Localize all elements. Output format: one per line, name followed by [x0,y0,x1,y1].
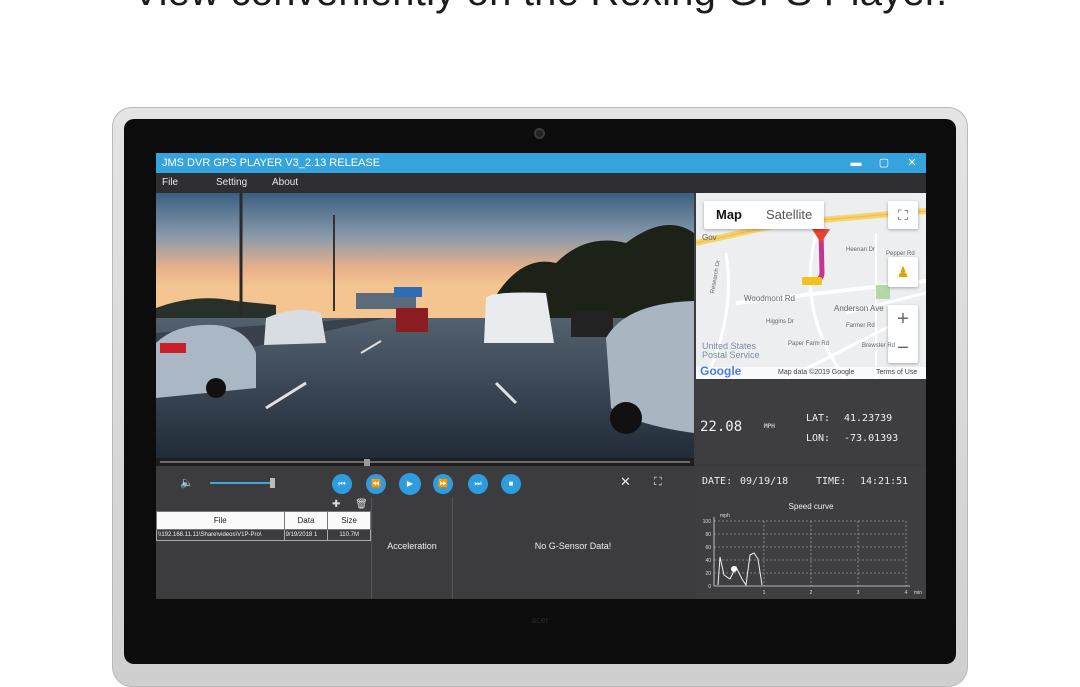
skip-previous-icon[interactable]: ⏮ [332,474,352,494]
map-fullscreen-icon[interactable]: ⛶ [888,201,918,229]
add-icon[interactable]: ✚ [332,499,340,510]
map-label: Postal Service [702,350,760,360]
volume-thumb[interactable] [270,478,275,488]
map-label: Gov [702,233,717,242]
minimize-button[interactable]: ▬ [842,153,870,173]
pegman-icon[interactable]: ♟ [888,257,918,287]
x-tick: 2 [810,590,813,596]
terms-link[interactable]: Terms of Use [876,369,917,376]
fast-forward-icon[interactable]: ⏩ [433,474,453,494]
maximize-button[interactable]: ▢ [870,153,898,173]
map-label: Farmer Rd [846,323,875,329]
x-tick: 4 [905,590,908,596]
volume-icon[interactable]: 🔈 [180,476,194,489]
fullscreen-icon[interactable]: ⛶ [654,476,662,489]
map-label: Pepper Rd [886,251,915,257]
map-panel[interactable]: Map Satellite ⛶ ♟ + − Gov Heenan Dr Rese… [696,193,926,379]
map-label: Brewster Rd [862,343,896,349]
google-logo: Google [700,364,742,378]
column-header-data[interactable]: Data [283,511,329,530]
speed-curve-marker[interactable] [731,566,737,572]
map-label: Anderson Ave [834,304,884,313]
file-size-cell: 110.7M [327,529,371,541]
window-titlebar: JMS DVR GPS PLAYER V3_2.13 RELEASE ▬ ▢ ✕ [156,153,926,173]
playback-controls: 🔈 ⏮ ⏪ ▶ ⏩ ⏭ ■ ✕ ⛶ [156,469,694,497]
map-label: Paper Farm Rd [788,341,830,347]
speed-curve-chart: Speed curve mph 100 80 60 40 20 0 1 2 3 … [696,497,926,599]
skip-next-icon[interactable]: ⏭ [468,474,488,494]
seek-bar[interactable] [156,458,694,466]
stop-icon[interactable]: ■ [501,474,521,494]
column-header-size[interactable]: Size [327,511,371,530]
menu-file[interactable]: File [162,173,178,193]
speed-curve-title: Speed curve [789,502,834,511]
map-label: Heenan Dr [846,247,876,253]
map-label: Woodmont Rd [744,294,795,303]
column-header-file[interactable]: File [156,511,285,530]
acceleration-label: Acceleration [387,541,437,551]
speed-value: 22.08 [700,419,743,435]
y-tick: 60 [705,545,711,551]
table-row[interactable]: \\192.168.11.11\Share\videos\V1P-Pro\ 9/… [156,529,371,541]
speed-curve-line [717,552,763,587]
y-tick: 100 [703,519,712,525]
date-value: 09/19/18 [740,476,789,487]
date-label: DATE: [702,476,733,487]
speed-unit: MPH [764,423,775,430]
gps-player-window: JMS DVR GPS PLAYER V3_2.13 RELEASE ▬ ▢ ✕… [156,153,926,599]
gps-readout-panel: 22.08 MPH LAT: 41.23739 LON: -73.01393 [696,381,926,463]
laptop-brand: acer [531,615,549,625]
close-button[interactable]: ✕ [898,153,926,173]
x-unit: min [914,590,922,596]
file-list-table: File Data Size \\192.168.11.11\Share\vid… [156,511,371,541]
window-title: JMS DVR GPS PLAYER V3_2.13 RELEASE [162,157,381,169]
speed-curve-unit: mph [720,513,730,519]
x-tick: 3 [857,590,860,596]
close-x-icon[interactable]: ✕ [620,474,631,490]
gsensor-message: No G-Sensor Data! [534,541,612,551]
video-frame[interactable] [156,193,694,463]
y-tick: 80 [705,532,711,538]
map-type-satellite[interactable]: Satellite [754,201,824,229]
webcam [534,128,545,139]
map-footer: Google Map data ©2019 Google Terms of Us… [696,364,926,379]
y-tick: 20 [705,571,711,577]
file-path-cell: \\192.168.11.11\Share\videos\V1P-Pro\ [156,529,285,541]
file-date-cell: 9/19/2018 1 [283,529,329,541]
zoom-in-button[interactable]: + [888,305,918,334]
latitude-value: 41.23739 [844,413,893,424]
map-type-toggle: Map Satellite [704,201,825,229]
trash-icon[interactable]: 🗑 [355,499,368,510]
time-value: 14:21:51 [860,476,909,487]
longitude-label: LON: [806,433,831,444]
map-type-map[interactable]: Map [704,201,754,229]
map-zoom-control: + − [888,305,918,363]
play-icon[interactable]: ▶ [399,473,421,495]
map-data-credit: Map data ©2019 Google [778,369,855,376]
x-tick: 1 [763,590,766,596]
y-tick: 0 [708,584,711,590]
page-headline: View conveniently on the Rexing GPS Play… [0,0,1080,15]
y-tick: 40 [705,558,711,564]
map-label: Higgins Dr [766,319,795,325]
latitude-label: LAT: [806,413,831,424]
rewind-icon[interactable]: ⏪ [366,474,386,494]
menu-about[interactable]: About [272,173,298,193]
seek-thumb[interactable] [364,459,370,466]
datetime-panel: DATE: 09/19/18 TIME: 14:21:51 [696,466,926,496]
lower-panel: ✚ 🗑 File Data Size \\192.168.11.11\Share… [156,497,694,599]
file-list-toolbar: ✚ 🗑 [332,499,368,510]
menu-setting[interactable]: Setting [216,173,247,193]
longitude-value: -73.01393 [844,433,899,444]
menubar: File Setting About [156,173,926,193]
time-label: TIME: [816,476,847,487]
volume-slider[interactable] [210,482,274,484]
